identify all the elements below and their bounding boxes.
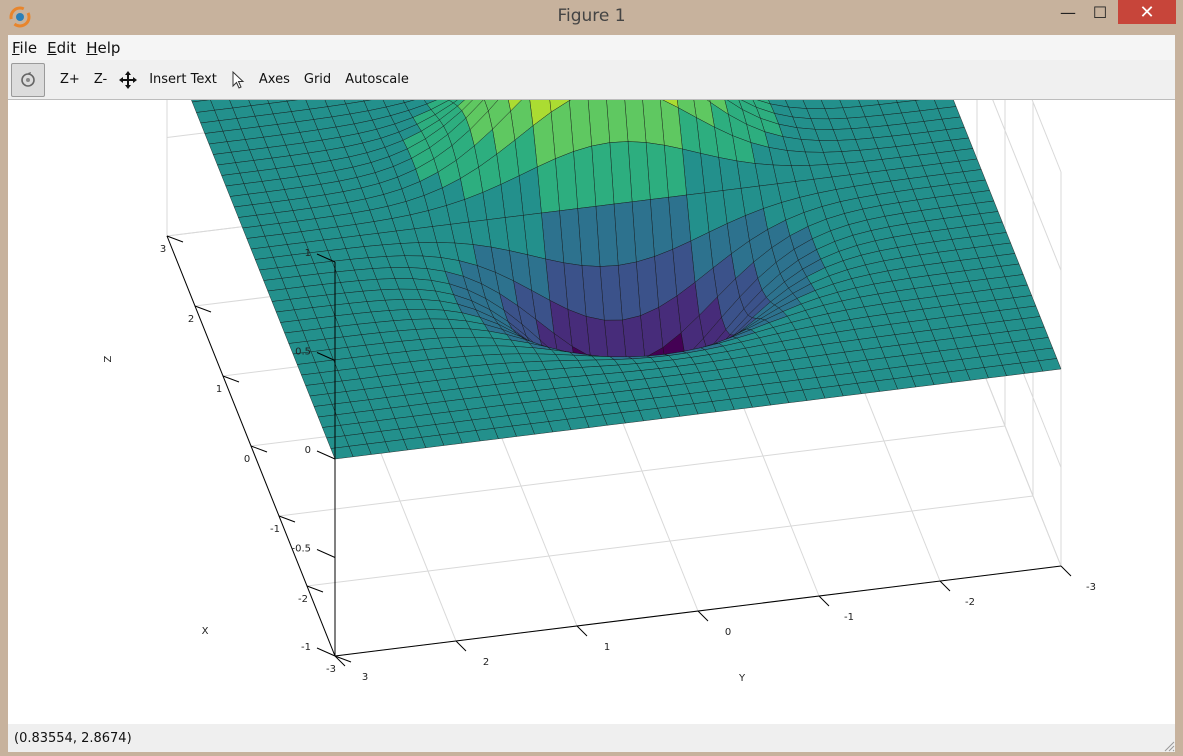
x-tick-label: -1: [270, 524, 280, 535]
y-tick-mark: [1060, 565, 1072, 577]
minimize-button[interactable]: —: [1054, 0, 1082, 24]
title-bar[interactable]: Figure 1 — ☐ ✕: [0, 0, 1183, 35]
resize-grip-icon[interactable]: [1161, 738, 1175, 752]
pointer-arrow-icon: [232, 70, 245, 89]
cursor-coordinates: (0.83554, 2.8674): [14, 730, 132, 746]
z-tick-label: 1: [305, 248, 311, 259]
menu-edit[interactable]: Edit: [47, 39, 76, 57]
z-tick-label: 0: [305, 445, 311, 456]
select-button[interactable]: [224, 63, 252, 97]
z-tick-label: 0.5: [295, 347, 311, 358]
z-tick-label: -1: [301, 642, 311, 653]
grid-button[interactable]: Grid: [297, 63, 338, 97]
menu-bar: File Edit Help: [8, 35, 1175, 60]
surface-mesh: [191, 100, 1062, 460]
x-tick-label: -2: [298, 594, 308, 605]
status-bar: (0.83554, 2.8674): [8, 724, 1175, 752]
x-tick-label: -3: [326, 664, 336, 675]
y-tick-label: -3: [1086, 582, 1096, 593]
y-tick-label: -2: [965, 597, 975, 608]
y-tick-mark: [576, 625, 588, 637]
close-button[interactable]: ✕: [1118, 0, 1176, 24]
menu-file[interactable]: File: [12, 39, 37, 57]
zoom-out-button[interactable]: Z-: [87, 63, 114, 97]
pan-move-icon: [119, 70, 138, 89]
plot-canvas[interactable]: -1 -0.5 0 0.5 1 -3 -2 -1 0 1 2 3 3 2 1 0 -1 -2 -3 Z X Y: [8, 100, 1175, 724]
y-tick-label: 0: [725, 627, 731, 638]
autoscale-button[interactable]: Autoscale: [338, 63, 416, 97]
x-tick-label: 3: [160, 244, 166, 255]
x-tick-label: 2: [188, 314, 194, 325]
surface-patch: [330, 446, 354, 460]
x-tick-label: 0: [244, 454, 250, 465]
y-tick-label: -1: [844, 612, 854, 623]
y-tick-mark: [939, 580, 951, 592]
figure-window: Figure 1 — ☐ ✕ File Edit Help Z+ Z- Inse…: [0, 0, 1183, 756]
y-tick-mark: [818, 595, 830, 607]
z-tick-mark: [316, 549, 336, 558]
figure-toolbar: Z+ Z- Insert Text Axes Grid Autoscale: [8, 60, 1175, 100]
menu-help[interactable]: Help: [86, 39, 120, 57]
y-tick-mark: [455, 640, 467, 652]
rotate-button[interactable]: [11, 62, 45, 97]
z-tick-label: -0.5: [291, 544, 311, 555]
axes-button[interactable]: Axes: [252, 63, 297, 97]
y-tick-label: 2: [483, 657, 489, 668]
x-tick-label: 1: [216, 384, 222, 395]
y-tick-label: 3: [362, 672, 368, 683]
y-tick-label: 1: [604, 642, 610, 653]
y-axis-label: Y: [738, 673, 746, 684]
z-axis-label: Z: [103, 355, 114, 362]
insert-text-button[interactable]: Insert Text: [142, 63, 224, 97]
maximize-button[interactable]: ☐: [1086, 0, 1114, 24]
window-title: Figure 1: [557, 6, 626, 26]
y-tick-mark: [697, 610, 709, 622]
zoom-in-button[interactable]: Z+: [53, 63, 87, 97]
x-axis-label: X: [202, 626, 209, 637]
surface-plot[interactable]: -1 -0.5 0 0.5 1 -3 -2 -1 0 1 2 3 3 2 1 0 -1 -2 -3 Z X Y: [8, 100, 1175, 724]
pan-button[interactable]: [114, 63, 142, 97]
rotate-icon: [21, 71, 35, 87]
